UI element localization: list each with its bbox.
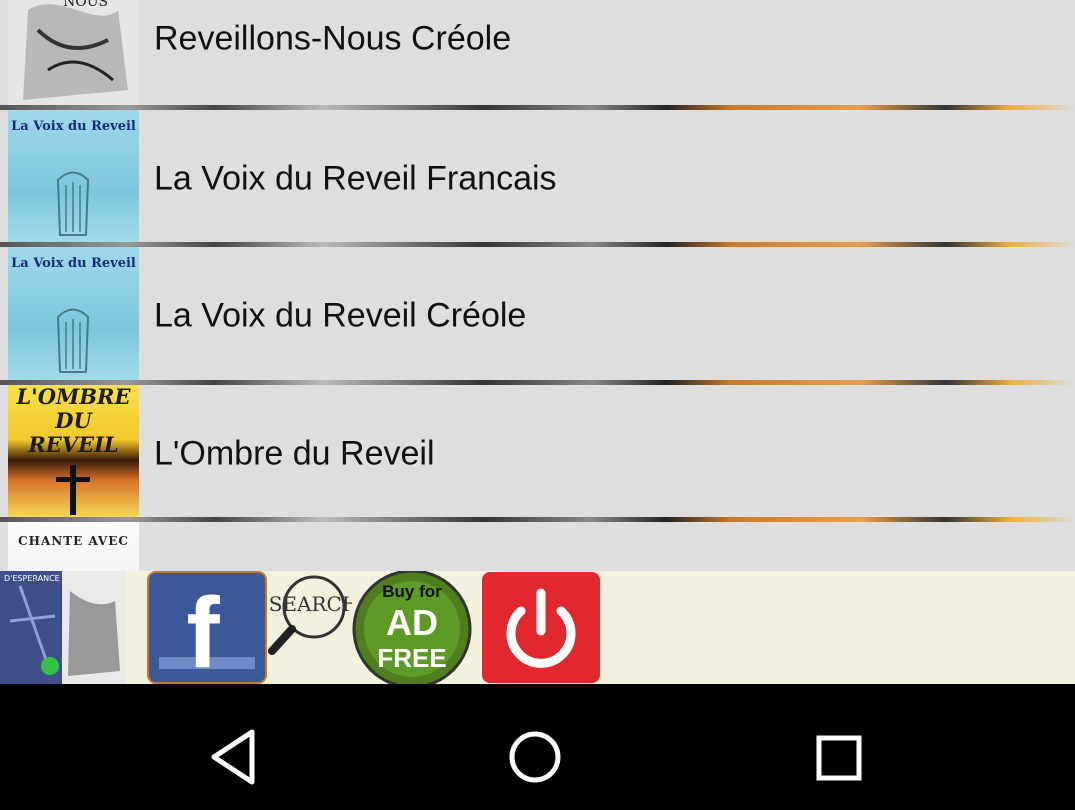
songbook-cover-image: La Voix du Reveil [8,247,139,384]
svg-text:Buy for: Buy for [382,582,442,601]
back-icon [211,729,255,785]
svg-text:AD: AD [386,602,438,643]
search-button[interactable]: SEARCH [268,571,359,684]
recents-button[interactable] [783,694,893,800]
buy-ad-free-button[interactable]: Buy for AD FREE [352,569,472,689]
home-button[interactable] [480,694,590,800]
songbook-list[interactable]: NOUS Reveillons-Nous Créole La Voix du R… [0,0,1075,571]
exit-button[interactable] [481,571,601,684]
songbook-title: La Voix du Reveil Créole [154,296,527,334]
facebook-icon: f [147,571,267,689]
bottom-toolbar: D'ESPERANCE f SEARCH Buy for AD FREE [0,569,1075,689]
songbook-item-la-voix-du-reveil-francais[interactable]: La Voix du Reveil La Voix du Reveil Fran… [0,110,1075,247]
songbook-title: Reveillons-Nous Créole [154,19,512,57]
songbook-cover-image: CHANTE AVEC [8,522,139,571]
svg-text:f: f [186,577,220,684]
app-cover-icon: D'ESPERANCE [0,571,126,684]
app-cover-button[interactable]: D'ESPERANCE [0,571,126,684]
recents-icon [816,735,862,781]
ad-free-icon: Buy for AD FREE [352,569,472,689]
songbook-title: La Voix du Reveil Francais [154,159,557,197]
songbook-title: L'Ombre du Reveil [154,434,435,472]
svg-text:FREE: FREE [377,643,446,673]
facebook-button[interactable]: f [147,571,267,689]
songbook-item-la-voix-du-reveil-creole[interactable]: La Voix du Reveil La Voix du Reveil Créo… [0,247,1075,384]
svg-text:SEARCH: SEARCH [269,592,352,616]
songbook-item-chante-avec[interactable]: CHANTE AVEC [0,522,1075,571]
cover-title-text: CHANTE AVEC [18,534,129,548]
power-icon [482,572,600,683]
home-icon [509,731,561,783]
songbook-cover-image: La Voix du Reveil [8,110,139,247]
songbook-cover-image: L'OMBRE DU REVEIL [8,385,139,522]
svg-text:NOUS: NOUS [63,0,108,10]
songbook-item-l-ombre-du-reveil[interactable]: L'OMBRE DU REVEIL L'Ombre du Reveil [0,385,1075,522]
search-icon: SEARCH [268,575,359,655]
back-button[interactable] [180,694,290,800]
svg-text:D'ESPERANCE: D'ESPERANCE [4,574,60,583]
songbook-item-reveillons-nous-creole[interactable]: NOUS Reveillons-Nous Créole [0,0,1075,107]
songbook-cover-image: NOUS [8,0,139,107]
system-navigation-bar [0,684,1075,810]
